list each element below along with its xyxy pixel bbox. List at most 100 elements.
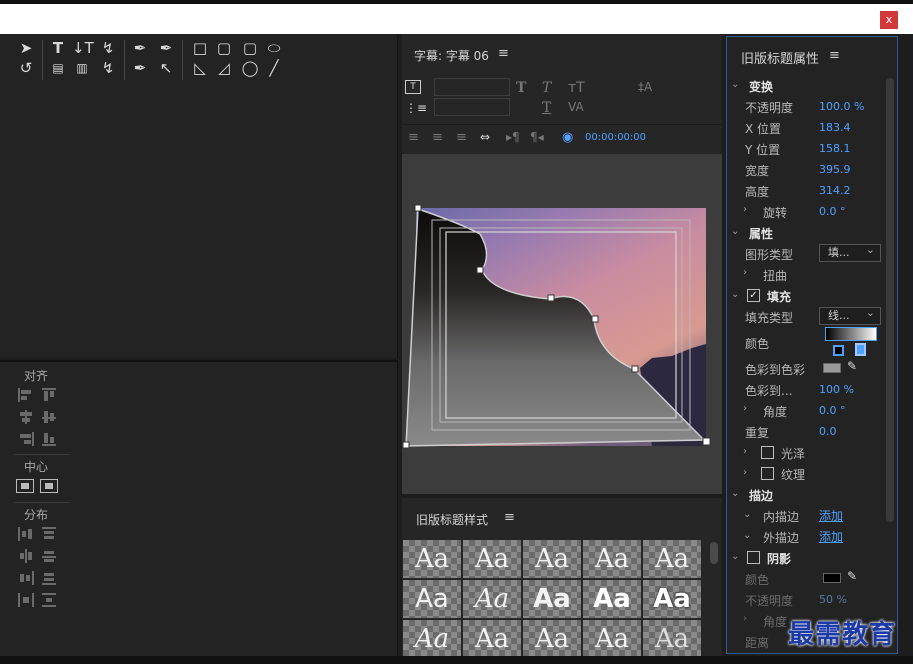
style-swatch[interactable]: Aa <box>583 540 641 578</box>
wedge-tool-icon[interactable]: ◺ <box>190 58 210 78</box>
style-swatch[interactable]: Aa <box>523 540 581 578</box>
chevron-right-icon[interactable]: › <box>743 403 747 414</box>
distribute-horizontal-space-icon[interactable] <box>18 593 34 607</box>
eyedropper-icon[interactable]: ✎ <box>847 359 857 373</box>
rotation-value[interactable]: 0.0 ° <box>819 205 846 218</box>
style-swatch[interactable]: Aa <box>523 620 581 656</box>
align-right-icon[interactable] <box>18 432 34 446</box>
underline-icon[interactable]: T <box>542 100 551 116</box>
style-swatch[interactable]: Aa <box>403 620 461 656</box>
rotate-tool-icon[interactable]: ↺ <box>16 58 36 78</box>
clipped-rectangle-tool-icon[interactable]: ▢ <box>240 38 260 58</box>
chevron-down-icon[interactable]: ⌄ <box>731 289 739 300</box>
leading-icon[interactable]: ‡A <box>638 80 652 94</box>
distribute-vertical-space-icon[interactable] <box>42 593 58 607</box>
arc-tool-icon[interactable]: ◿ <box>214 58 234 78</box>
chevron-down-icon[interactable]: ⌄ <box>731 79 739 90</box>
paragraph-left-icon[interactable]: ▸¶ <box>506 130 520 144</box>
style-swatch[interactable]: Aa <box>523 580 581 618</box>
font-family-dropdown[interactable] <box>434 78 510 96</box>
chevron-right-icon[interactable]: › <box>743 267 747 278</box>
styles-scrollbar[interactable] <box>710 542 718 564</box>
shadow-color-swatch[interactable] <box>823 573 841 583</box>
distribute-bottom-icon[interactable] <box>42 571 58 585</box>
vertical-path-type-tool-icon[interactable]: ↯ <box>98 58 118 78</box>
style-swatch[interactable]: Aa <box>403 540 461 578</box>
align-text-right-icon[interactable]: ≡ <box>456 130 467 145</box>
shadow-opacity-value[interactable]: 50 % <box>819 593 847 606</box>
tab-stop-icon[interactable]: ⇔ <box>480 130 490 144</box>
x-position-value[interactable]: 183.4 <box>819 121 851 134</box>
style-swatch[interactable]: Aa <box>403 580 461 618</box>
hamburger-icon[interactable]: ≡ <box>829 48 840 63</box>
repeat-value[interactable]: 0.0 <box>819 425 837 438</box>
ellipse-tool-icon[interactable]: ◯ <box>240 58 260 78</box>
add-outer-stroke-link[interactable]: 添加 <box>819 528 843 545</box>
paragraph-right-icon[interactable]: ¶◂ <box>530 130 544 144</box>
style-swatch[interactable]: Aa <box>583 620 641 656</box>
rounded-corner-tool-icon[interactable]: ⬭ <box>264 38 284 58</box>
style-swatch[interactable]: Aa <box>643 580 701 618</box>
style-swatch[interactable]: Aa <box>463 540 521 578</box>
selection-tool-icon[interactable]: ➤ <box>16 38 36 58</box>
timecode[interactable]: 00:00:00:00 <box>585 132 646 143</box>
hamburger-icon[interactable]: ≡ <box>498 46 509 61</box>
gradient-stop-end[interactable] <box>855 343 866 356</box>
style-swatch[interactable]: Aa <box>643 620 701 656</box>
type-tool-icon[interactable]: T <box>48 38 68 58</box>
italic-icon[interactable]: T <box>542 80 551 96</box>
chevron-right-icon[interactable]: › <box>743 446 747 457</box>
align-text-left-icon[interactable]: ≡ <box>408 130 419 145</box>
align-horizontal-center-icon[interactable] <box>18 410 34 424</box>
color-stop-swatch[interactable] <box>823 363 841 373</box>
width-value[interactable]: 395.9 <box>819 163 851 176</box>
fill-checkbox[interactable]: ✓ <box>747 289 760 302</box>
chevron-down-icon[interactable]: ⌄ <box>743 530 751 541</box>
style-swatch[interactable]: Aa <box>463 580 521 618</box>
chevron-down-icon[interactable]: ⌄ <box>731 551 739 562</box>
shape-type-dropdown[interactable]: 填... <box>819 242 881 262</box>
center-vertical-icon[interactable] <box>40 479 58 493</box>
convert-anchor-tool-icon[interactable]: ↖ <box>156 58 176 78</box>
fill-type-dropdown[interactable]: 线... <box>819 305 881 325</box>
height-value[interactable]: 314.2 <box>819 184 851 197</box>
align-vertical-center-icon[interactable] <box>42 410 58 424</box>
distribute-vertical-center-icon[interactable] <box>42 549 58 563</box>
color-to-value[interactable]: 100 % <box>819 383 854 396</box>
distribute-top-icon[interactable] <box>42 527 58 541</box>
vertical-type-tool-icon[interactable]: ↓T <box>72 38 94 58</box>
chevron-right-icon[interactable]: › <box>743 467 747 478</box>
font-size-icon[interactable]: тT <box>568 80 585 96</box>
gradient-stop-start[interactable] <box>833 345 844 356</box>
y-position-value[interactable]: 158.1 <box>819 142 851 155</box>
add-inner-stroke-link[interactable]: 添加 <box>819 507 843 524</box>
chevron-down-icon[interactable]: ⌄ <box>743 509 751 520</box>
align-left-icon[interactable] <box>18 388 34 402</box>
chevron-right-icon[interactable]: › <box>743 613 747 624</box>
area-type-tool-icon[interactable]: ▤ <box>48 58 68 78</box>
chevron-down-icon[interactable]: ⌄ <box>731 488 739 499</box>
distribute-left-icon[interactable] <box>18 527 34 541</box>
style-swatch[interactable]: Aa <box>463 620 521 656</box>
title-canvas[interactable] <box>402 154 722 494</box>
align-text-center-icon[interactable]: ≡ <box>432 130 443 145</box>
rectangle-tool-icon[interactable]: □ <box>190 38 210 58</box>
tab-stops-icon[interactable]: ⋮≡ <box>405 101 427 115</box>
show-background-video-icon[interactable]: ◉ <box>562 130 573 145</box>
chevron-down-icon[interactable]: ⌄ <box>731 226 739 237</box>
chevron-right-icon[interactable]: › <box>743 204 747 215</box>
line-tool-icon[interactable]: ╱ <box>264 58 284 78</box>
shadow-checkbox[interactable] <box>747 551 760 564</box>
style-swatch[interactable]: Aa <box>583 580 641 618</box>
add-anchor-tool-icon[interactable]: ✒ <box>130 58 150 78</box>
kerning-icon[interactable]: VA <box>568 100 584 114</box>
hamburger-icon[interactable]: ≡ <box>504 510 515 525</box>
style-swatch[interactable]: Aa <box>643 540 701 578</box>
close-button[interactable]: x <box>880 11 898 29</box>
rounded-rectangle-tool-icon[interactable]: ▢ <box>214 38 234 58</box>
path-type-tool-icon[interactable]: ↯ <box>98 38 118 58</box>
center-horizontal-icon[interactable] <box>16 479 34 493</box>
font-style-dropdown[interactable] <box>434 98 510 116</box>
distribute-horizontal-center-icon[interactable] <box>18 549 34 563</box>
props-scrollbar[interactable] <box>886 78 894 522</box>
